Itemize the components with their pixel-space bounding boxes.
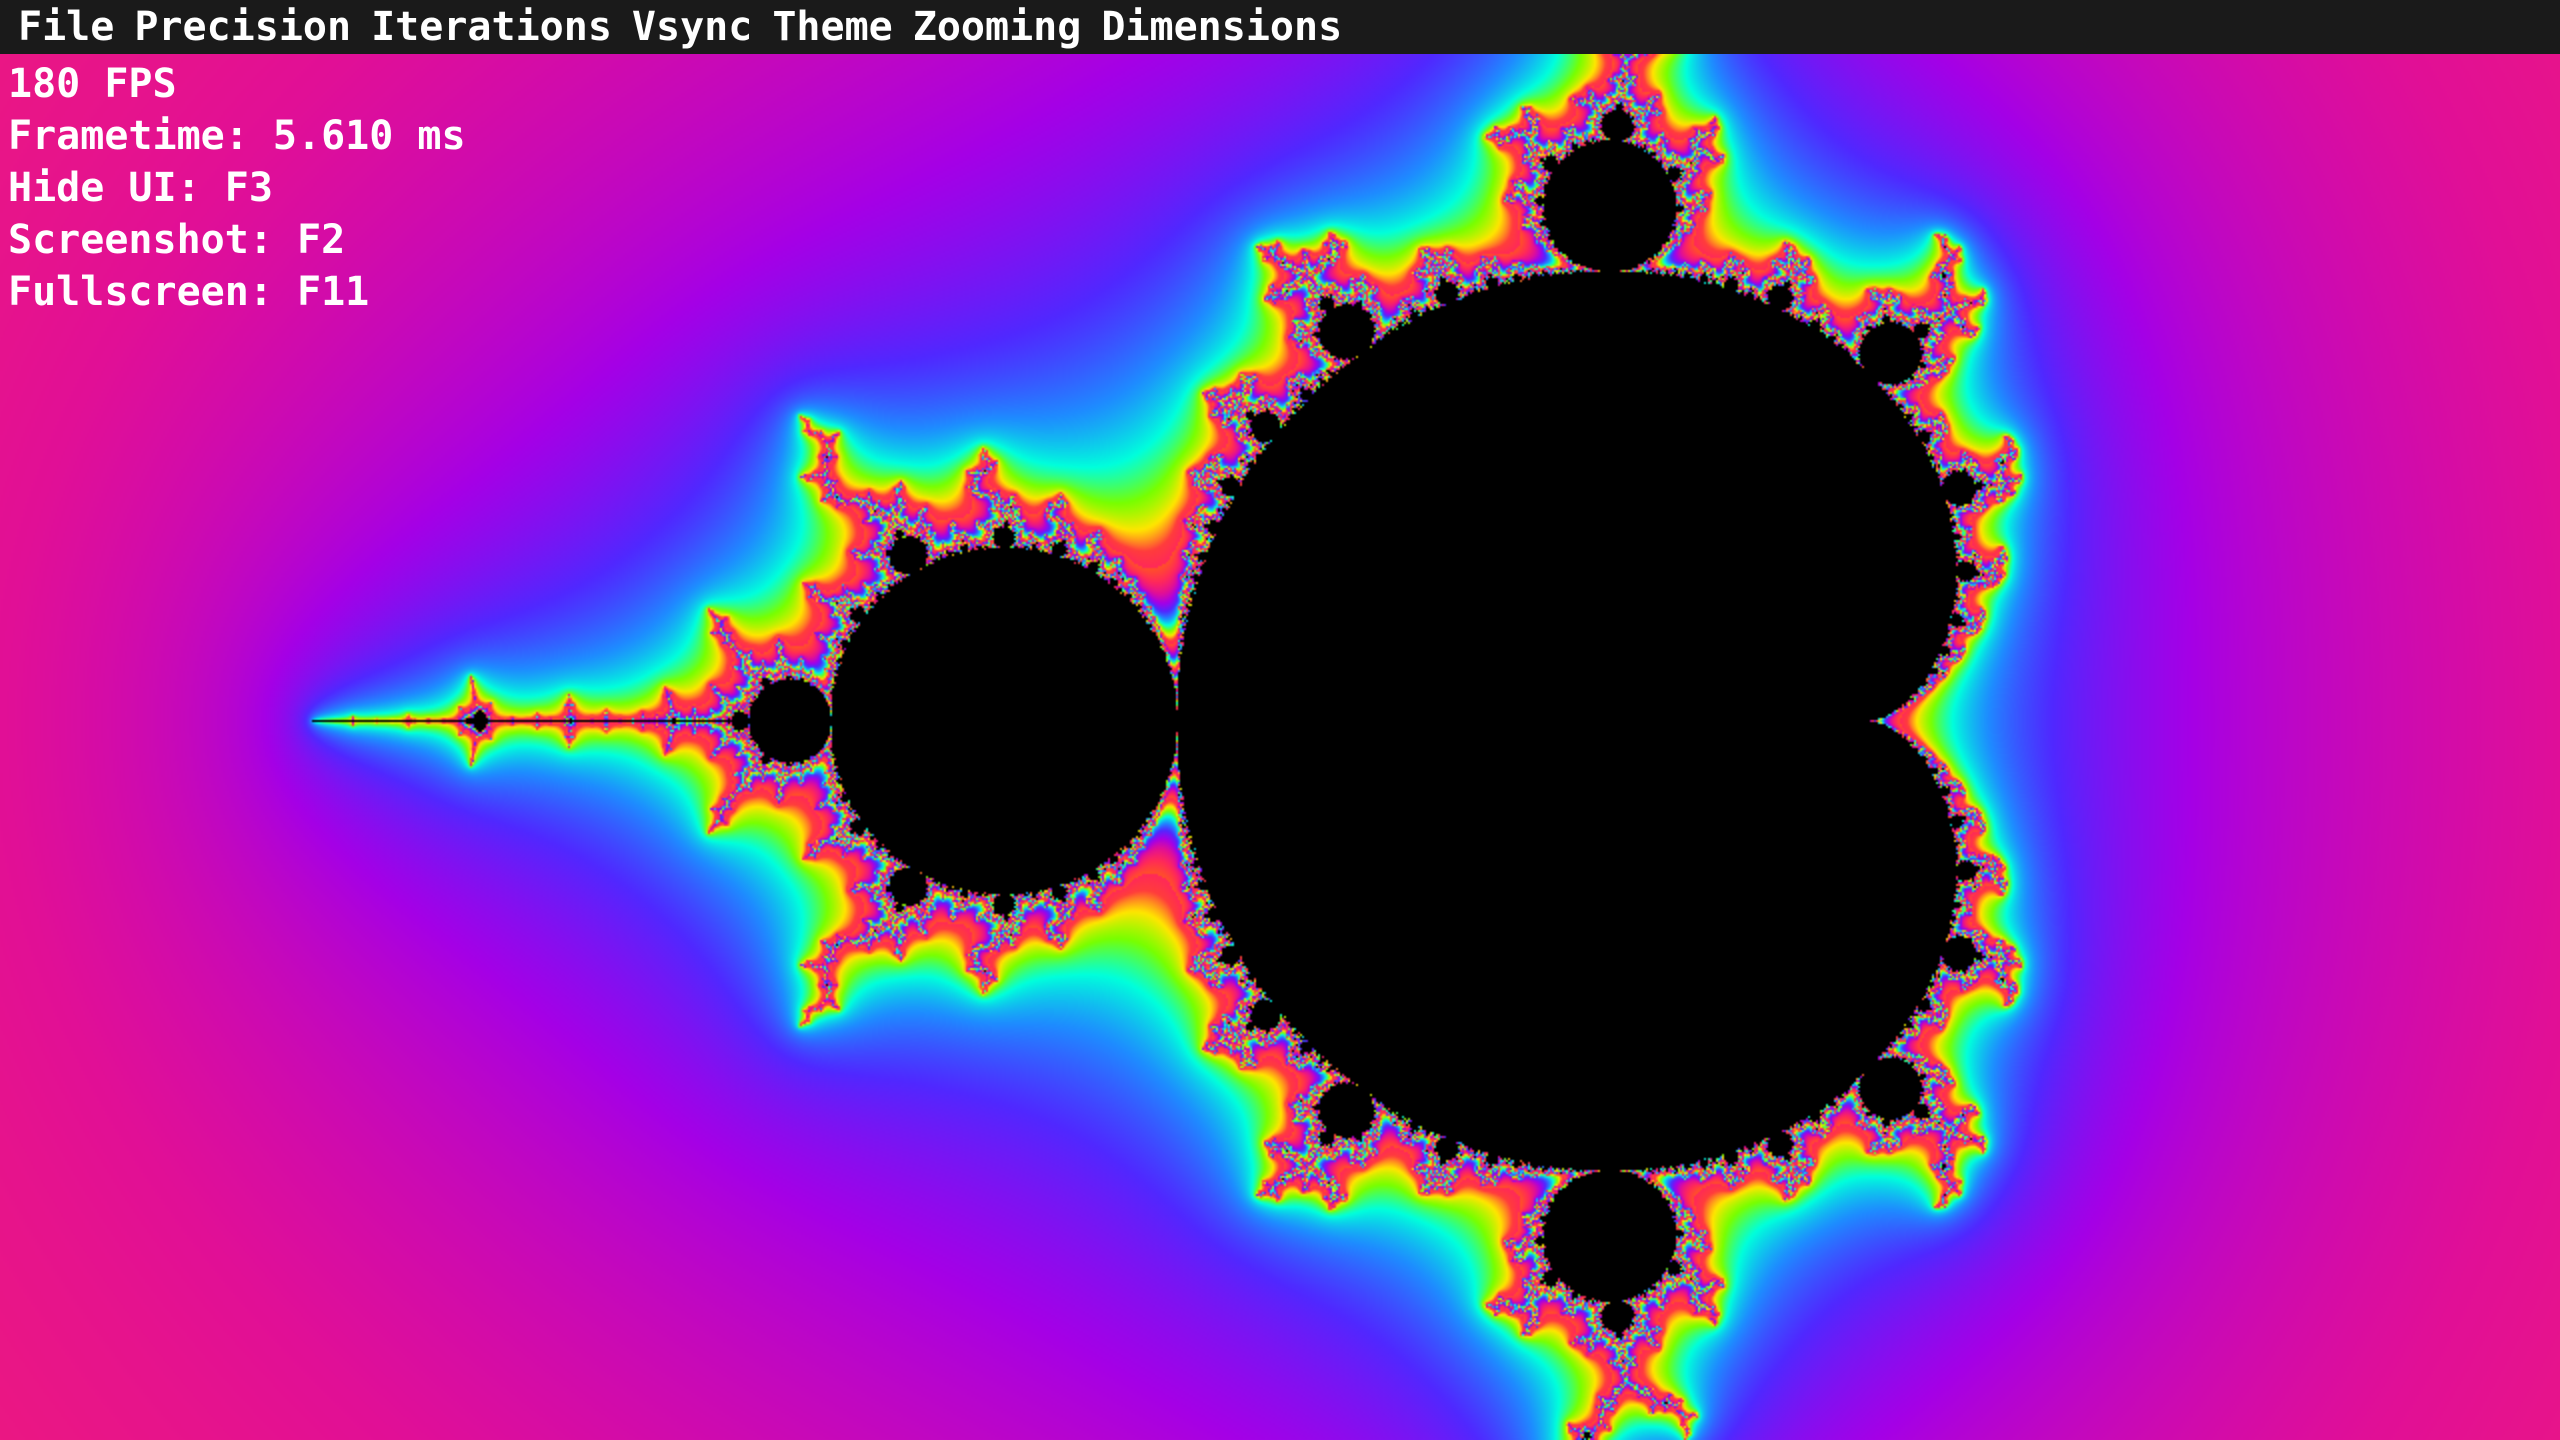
stats-overlay: 180 FPS Frametime: 5.610 ms Hide UI: F3 … <box>8 58 466 318</box>
menu-iterations[interactable]: Iterations <box>361 0 622 54</box>
menu-precision[interactable]: Precision <box>124 0 361 54</box>
fps-readout: 180 FPS <box>8 61 177 107</box>
fullscreen-hint: Fullscreen: F11 <box>8 269 370 315</box>
menu-file[interactable]: File <box>8 0 124 54</box>
hide-ui-hint: Hide UI: F3 <box>8 165 273 211</box>
menu-vsync[interactable]: Vsync <box>622 0 762 54</box>
frametime-readout: Frametime: 5.610 ms <box>8 113 466 159</box>
menu-zooming[interactable]: Zooming <box>903 0 1092 54</box>
menu-dimensions[interactable]: Dimensions <box>1091 0 1352 54</box>
screenshot-hint: Screenshot: F2 <box>8 217 346 263</box>
menu-bar: File Precision Iterations Vsync Theme Zo… <box>0 0 2560 54</box>
mandelbrot-viewer-window: File Precision Iterations Vsync Theme Zo… <box>0 0 2560 1440</box>
menu-theme[interactable]: Theme <box>762 0 902 54</box>
